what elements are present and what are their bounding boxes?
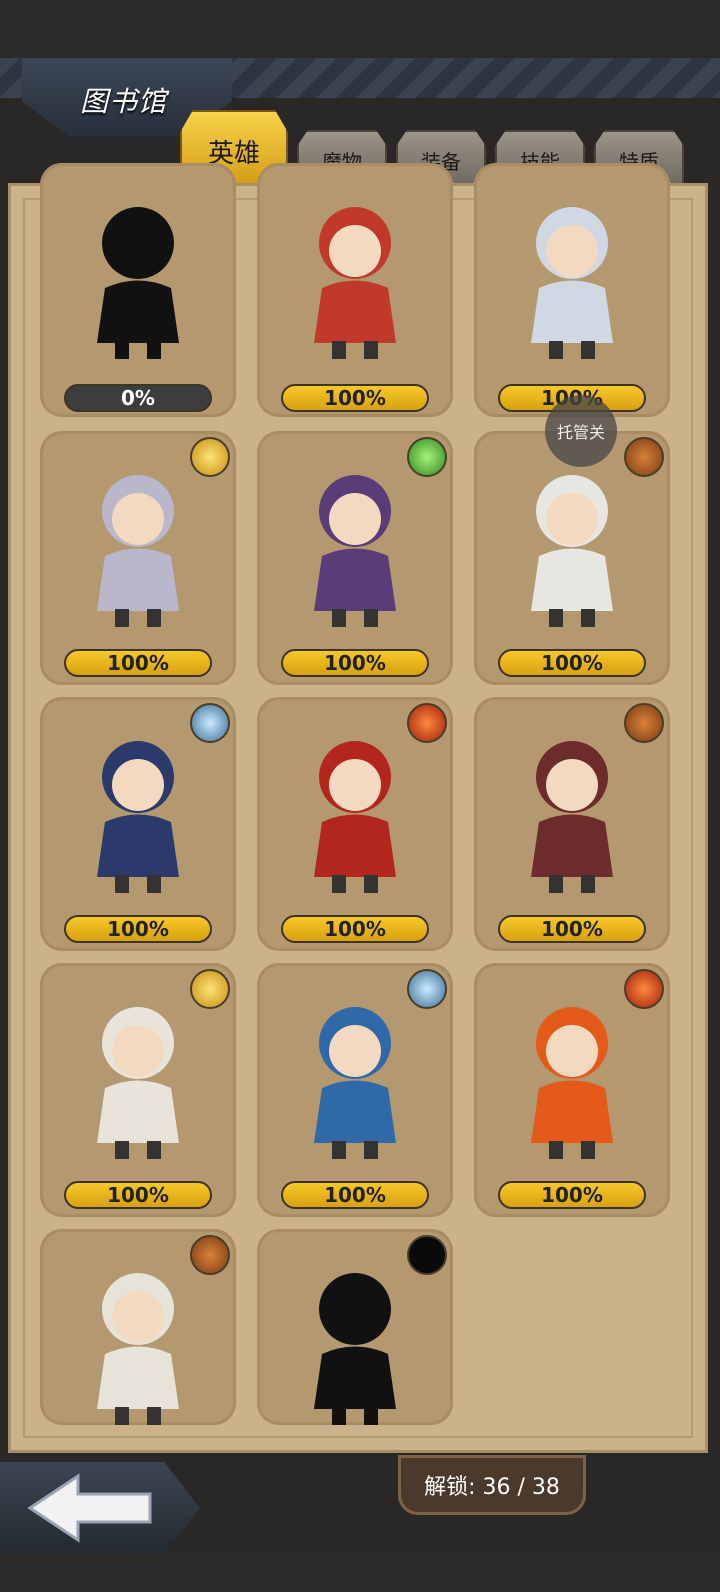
hero-card[interactable]: 100% — [40, 697, 236, 951]
hero-card[interactable]: 100% — [257, 163, 453, 417]
hero-card[interactable] — [257, 1229, 453, 1425]
hero-portrait — [531, 207, 613, 359]
progress-bar: 100% — [498, 649, 646, 677]
red-flame-badge-icon — [624, 969, 664, 1009]
hero-portrait — [314, 475, 396, 627]
progress-bar: 100% — [281, 915, 429, 943]
hero-card[interactable] — [40, 1229, 236, 1425]
blue-flower-badge-icon — [190, 703, 230, 743]
progress-bar: 100% — [281, 384, 429, 412]
unlock-counter: 解锁: 36 / 38 — [398, 1455, 586, 1515]
top-bar — [0, 0, 720, 58]
back-button[interactable] — [0, 1462, 200, 1554]
gold-sun-badge-icon — [190, 969, 230, 1009]
hero-portrait — [314, 741, 396, 893]
progress-bar: 100% — [281, 1181, 429, 1209]
hero-portrait — [314, 207, 396, 359]
hero-portrait — [97, 1007, 179, 1159]
hero-card[interactable]: 0% — [40, 163, 236, 417]
hero-portrait — [314, 1007, 396, 1159]
hero-portrait — [531, 475, 613, 627]
brown-web-badge-icon — [624, 703, 664, 743]
hero-card[interactable]: 100% — [474, 963, 670, 1217]
progress-bar: 100% — [64, 915, 212, 943]
hero-card[interactable]: 100% — [474, 697, 670, 951]
progress-bar: 0% — [64, 384, 212, 412]
hero-card[interactable]: 100% — [40, 963, 236, 1217]
green-gem-badge-icon — [407, 437, 447, 477]
progress-bar: 100% — [498, 1181, 646, 1209]
black-badge-icon — [407, 1235, 447, 1275]
brown-web-badge-icon — [624, 437, 664, 477]
hero-portrait — [531, 741, 613, 893]
locked-hero-silhouette — [97, 207, 179, 359]
hero-card[interactable]: 100% — [474, 163, 670, 417]
hero-card[interactable]: 100% — [257, 697, 453, 951]
progress-bar: 100% — [64, 649, 212, 677]
hero-card[interactable]: 100% — [474, 431, 670, 685]
progress-bar: 100% — [281, 649, 429, 677]
red-flame-badge-icon — [407, 703, 447, 743]
hero-card[interactable]: 100% — [257, 431, 453, 685]
bottom-bar — [0, 1554, 720, 1592]
hero-card[interactable]: 100% — [40, 431, 236, 685]
hero-portrait — [531, 1007, 613, 1159]
blue-flower-badge-icon — [407, 969, 447, 1009]
hero-card[interactable]: 100% — [257, 963, 453, 1217]
gold-sun-badge-icon — [190, 437, 230, 477]
page-title: 图书馆 — [80, 85, 168, 118]
hero-portrait — [97, 1273, 179, 1425]
hero-portrait — [97, 741, 179, 893]
brown-web-badge-icon — [190, 1235, 230, 1275]
back-arrow-icon — [27, 1473, 152, 1543]
progress-bar: 100% — [64, 1181, 212, 1209]
hero-portrait — [97, 475, 179, 627]
auto-toggle-button[interactable]: 托管关 — [545, 395, 617, 467]
locked-hero-silhouette — [314, 1273, 396, 1425]
progress-bar: 100% — [498, 915, 646, 943]
